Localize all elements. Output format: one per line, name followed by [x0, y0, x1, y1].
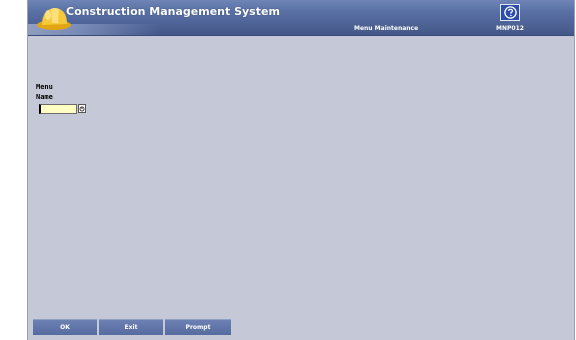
- menu-name-input[interactable]: [39, 104, 77, 114]
- exit-button[interactable]: Exit: [99, 319, 163, 335]
- menu-name-prompt-button[interactable]: [78, 104, 86, 113]
- prompt-button[interactable]: Prompt: [165, 319, 231, 335]
- help-button[interactable]: [500, 4, 520, 21]
- screen-code: MNP012: [496, 25, 524, 32]
- ok-button[interactable]: OK: [33, 319, 97, 335]
- screen-name: Menu Maintenance: [354, 25, 419, 32]
- help-icon: [503, 6, 517, 19]
- prompt-icon: [79, 106, 85, 111]
- name-label: Name: [36, 93, 53, 101]
- app-window: Menu Maintenance MNP012 Construction Man…: [27, 0, 575, 340]
- app-title: Construction Management System: [66, 5, 280, 18]
- menu-label: Menu: [36, 83, 53, 91]
- sub-header-bar: Menu Maintenance MNP012: [28, 24, 574, 36]
